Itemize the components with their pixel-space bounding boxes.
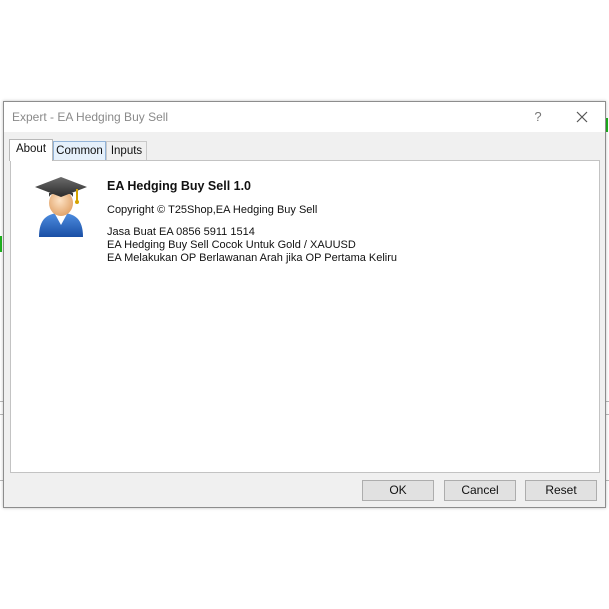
about-panel: EA Hedging Buy Sell 1.0 Copyright © T25S… [10, 160, 600, 473]
ea-description-line: EA Hedging Buy Sell Cocok Untuk Gold / X… [107, 239, 356, 251]
ea-title: EA Hedging Buy Sell 1.0 [107, 179, 252, 193]
ea-description-line: Jasa Buat EA 0856 5911 1514 [107, 226, 255, 238]
close-button[interactable] [567, 106, 597, 128]
ea-info: EA Hedging Buy Sell 1.0 Copyright © T25S… [107, 179, 397, 265]
expert-properties-dialog: Expert - EA Hedging Buy Sell ? About Com… [3, 101, 606, 508]
chart-price-tick [0, 236, 2, 252]
dialog-titlebar[interactable]: Expert - EA Hedging Buy Sell ? [4, 102, 605, 132]
tab-inputs[interactable]: Inputs [106, 141, 147, 160]
cancel-button[interactable]: Cancel [444, 480, 516, 501]
help-button[interactable]: ? [524, 106, 552, 128]
chart-price-tick [606, 118, 608, 132]
ok-button[interactable]: OK [362, 480, 434, 501]
ea-copyright: Copyright © T25Shop,EA Hedging Buy Sell [107, 204, 318, 216]
graduate-user-icon [35, 177, 87, 237]
tab-about[interactable]: About [9, 139, 53, 161]
tab-common[interactable]: Common [53, 141, 106, 160]
dialog-title: Expert - EA Hedging Buy Sell [12, 110, 169, 124]
close-icon [576, 111, 588, 123]
ea-description-line: EA Melakukan OP Berlawanan Arah jika OP … [107, 252, 398, 264]
reset-button[interactable]: Reset [525, 480, 597, 501]
